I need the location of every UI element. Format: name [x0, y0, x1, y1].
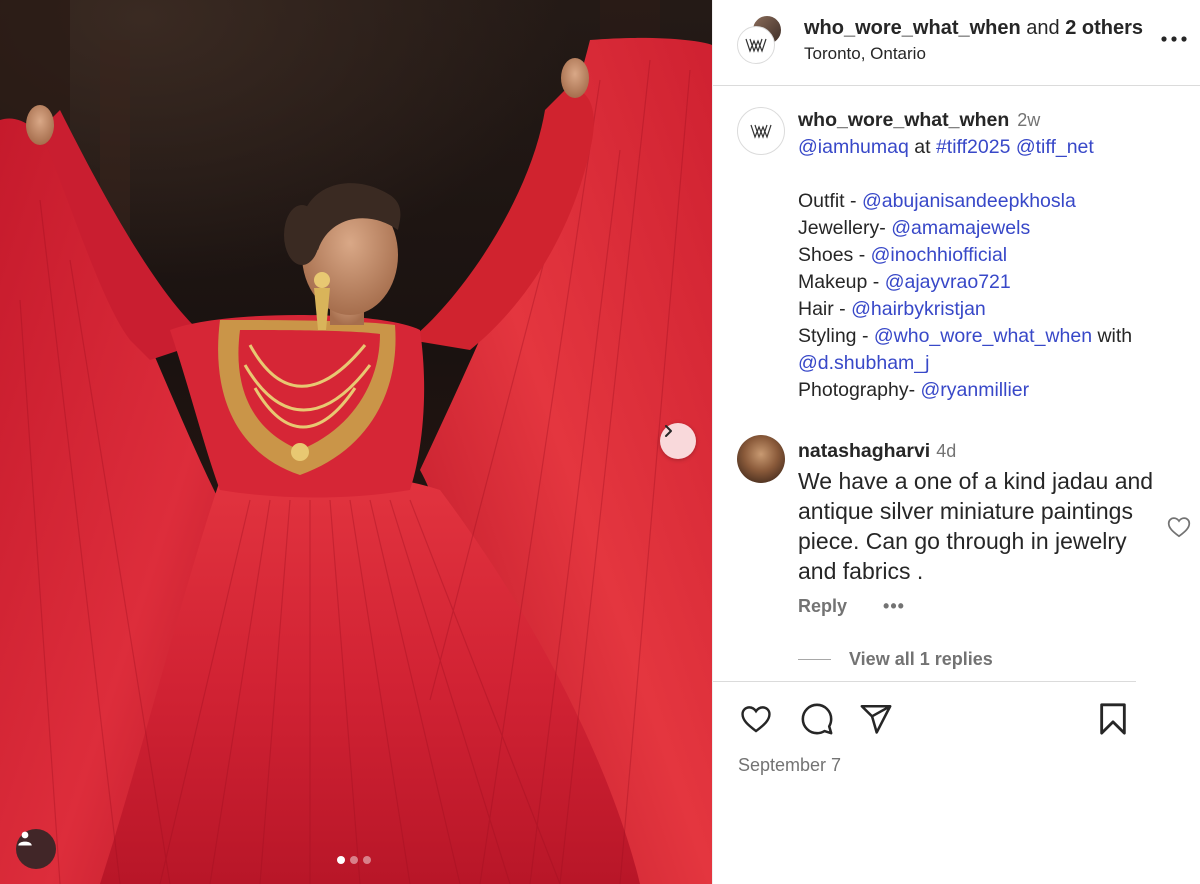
carousel-next-button[interactable] [660, 423, 696, 459]
view-replies-label: View all 1 replies [849, 649, 993, 669]
heart-icon [1167, 517, 1191, 538]
comment-button[interactable] [798, 700, 836, 738]
replies-divider [798, 659, 831, 660]
post-header: who_wore_what_when and 2 others Toronto,… [713, 0, 1200, 86]
mention-link[interactable]: @ryanmillier [921, 379, 1030, 401]
post-date[interactable]: September 7 [738, 755, 841, 776]
comments-section: who_wore_what_when 2w @iamhumaq at #tiff2… [713, 87, 1200, 681]
credit-label: Shoes - [798, 244, 871, 266]
author-username[interactable]: who_wore_what_when [804, 17, 1021, 39]
bookmark-icon [1100, 703, 1126, 735]
credit-line: Photography- @ryanmillier [798, 377, 1178, 404]
share-button[interactable] [857, 700, 895, 738]
caption-username[interactable]: who_wore_what_when [798, 109, 1009, 131]
credit-label: Makeup - [798, 271, 885, 293]
authors-conjunction: and [1020, 17, 1066, 39]
comment-text: We have a one of a kind jadau and antiqu… [798, 468, 1154, 584]
post-authors: who_wore_what_when and 2 others [804, 16, 1143, 40]
post-actions-bar: September 7 [713, 681, 1200, 884]
mention-link[interactable]: @who_wore_what_when [874, 325, 1092, 347]
mention-link[interactable]: @ajayvrao721 [885, 271, 1011, 293]
post-location[interactable]: Toronto, Ontario [804, 44, 926, 64]
more-horizontal-icon [1161, 36, 1187, 42]
post-options-button[interactable] [1159, 28, 1189, 50]
mention-link[interactable]: @iamhumaq [798, 136, 909, 158]
caption-avatar[interactable] [737, 107, 785, 155]
credit-label: Jewellery- [798, 217, 892, 239]
credit-line: Makeup - @ajayvrao721 [798, 269, 1178, 296]
view-replies-button[interactable]: View all 1 replies [798, 649, 993, 670]
comment-more-button[interactable]: ••• [883, 596, 905, 617]
caption-text: at [908, 136, 936, 158]
mention-link[interactable]: @tiff_net [1016, 136, 1094, 158]
reply-button[interactable]: Reply [798, 596, 847, 617]
credit-line: Jewellery- @amamajewels [798, 215, 1178, 242]
carousel-dot [350, 856, 358, 864]
credit-line: @d.shubham_j [798, 350, 1178, 377]
credit-line: Hair - @hairbykristjan [798, 296, 1178, 323]
credit-line: Shoes - @inochhiofficial [798, 242, 1178, 269]
comment-like-button[interactable] [1166, 514, 1192, 540]
tagged-users-button[interactable] [16, 829, 56, 869]
post-sidebar: who_wore_what_when and 2 others Toronto,… [712, 0, 1200, 884]
collab-avatars[interactable] [737, 14, 787, 66]
commenter-username[interactable]: natashagharvi [798, 440, 930, 462]
credit-line: Outfit - @abujanisandeepkhosla [798, 188, 1178, 215]
hashtag-link[interactable]: #tiff2025 [936, 136, 1010, 158]
comment-icon [801, 703, 833, 735]
comment-actions: Reply ••• [798, 596, 905, 617]
credit-label: Photography- [798, 379, 921, 401]
credit-line: Styling - @who_wore_what_when with [798, 323, 1178, 350]
heart-icon [741, 706, 771, 733]
like-button[interactable] [737, 700, 775, 738]
chevron-right-icon [665, 425, 672, 437]
carousel-dot [363, 856, 371, 864]
mention-link[interactable]: @amamajewels [891, 217, 1030, 239]
photo-illustration [0, 0, 712, 884]
post-caption: who_wore_what_when 2w @iamhumaq at #tiff2… [798, 107, 1178, 404]
comment-item: natashagharvi 4d We have a one of a kind … [798, 439, 1158, 586]
comment-time: 4d [936, 441, 957, 461]
carousel-dots [337, 856, 371, 864]
mention-link[interactable]: @inochhiofficial [871, 244, 1008, 266]
credit-label: Styling - [798, 325, 874, 347]
credit-suffix: with [1092, 325, 1133, 347]
brand-logo-icon [745, 38, 767, 53]
send-icon [860, 704, 892, 734]
mention-link[interactable]: @abujanisandeepkhosla [862, 190, 1076, 212]
commenter-avatar[interactable] [737, 435, 785, 483]
mention-link[interactable]: @hairbykristjan [851, 298, 986, 320]
credit-label: Outfit - [798, 190, 862, 212]
post-photo[interactable] [0, 0, 712, 884]
carousel-dot-active [337, 856, 345, 864]
user-icon [18, 831, 32, 846]
other-authors-link[interactable]: 2 others [1065, 17, 1143, 39]
credit-label: Hair - [798, 298, 852, 320]
mention-link[interactable]: @d.shubham_j [798, 352, 929, 374]
brand-logo-icon [750, 124, 772, 139]
collab-avatar-primary[interactable] [737, 26, 775, 64]
save-button[interactable] [1094, 700, 1132, 738]
caption-time: 2w [1017, 110, 1041, 130]
divider [713, 681, 1136, 682]
